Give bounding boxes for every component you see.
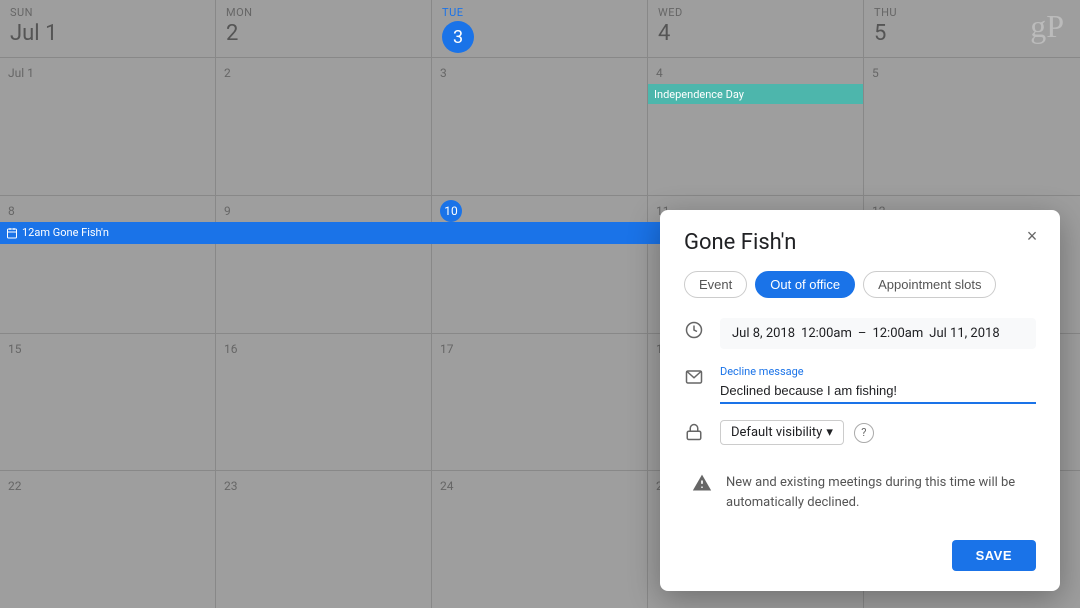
date-start: Jul 8, 2018 (732, 326, 795, 341)
event-type-tabs: Event Out of office Appointment slots (684, 271, 1036, 298)
decline-message-field: Decline message (720, 365, 1036, 404)
visibility-label: Default visibility (731, 425, 822, 440)
date-time-row: Jul 8, 2018 12:00am – 12:00am Jul 11, 20… (684, 318, 1036, 349)
dash: – (858, 326, 867, 341)
modal-overlay: × Gone Fish'n Event Out of office Appoin… (0, 0, 1080, 608)
date-end: Jul 11, 2018 (929, 326, 999, 341)
visibility-dropdown[interactable]: Default visibility ▾ (720, 420, 844, 445)
help-icon[interactable]: ? (854, 423, 874, 443)
email-icon (684, 367, 704, 387)
clock-icon (684, 320, 704, 340)
warning-icon (692, 473, 712, 493)
modal-close-button[interactable]: × (1018, 222, 1046, 250)
event-modal: × Gone Fish'n Event Out of office Appoin… (660, 210, 1060, 591)
visibility-controls: Default visibility ▾ ? (720, 420, 874, 445)
date-range-display[interactable]: Jul 8, 2018 12:00am – 12:00am Jul 11, 20… (720, 318, 1036, 349)
decline-message-row: Decline message (684, 365, 1036, 404)
modal-title: Gone Fish'n (684, 230, 1036, 255)
save-button[interactable]: SAVE (952, 540, 1036, 571)
lock-icon (684, 422, 704, 442)
tab-event[interactable]: Event (684, 271, 747, 298)
warning-text: New and existing meetings during this ti… (726, 473, 1028, 512)
visibility-row: Default visibility ▾ ? (684, 420, 1036, 445)
tab-appointment-slots[interactable]: Appointment slots (863, 271, 996, 298)
tab-out-of-office[interactable]: Out of office (755, 271, 855, 298)
time-start: 12:00am (801, 326, 852, 341)
warning-row: New and existing meetings during this ti… (684, 461, 1036, 524)
decline-input[interactable] (720, 383, 1036, 404)
time-end: 12:00am (872, 326, 923, 341)
decline-label: Decline message (720, 365, 1036, 378)
modal-footer: SAVE (684, 540, 1036, 571)
chevron-down-icon: ▾ (826, 425, 833, 440)
